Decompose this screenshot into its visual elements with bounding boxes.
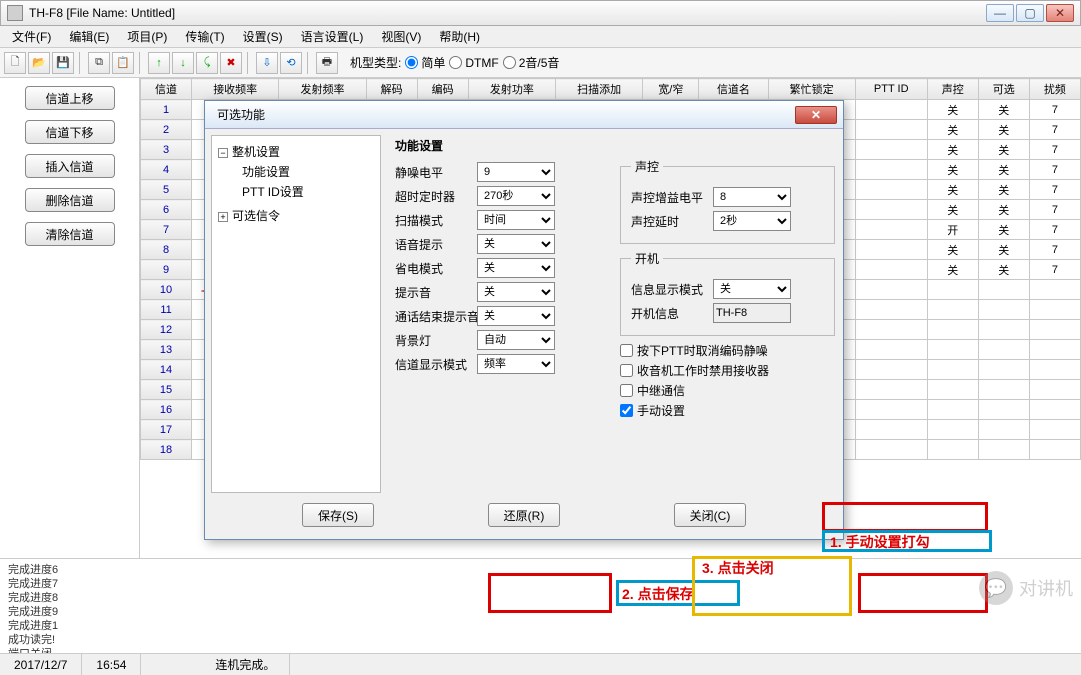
ch-up-button[interactable]: 信道上移 <box>25 86 115 110</box>
new-icon[interactable]: 🗋 <box>4 52 26 74</box>
field-声控延时[interactable]: 2秒 <box>713 211 791 231</box>
paste-icon[interactable]: 📋 <box>112 52 134 74</box>
save-button[interactable]: 保存(S) <box>302 503 374 527</box>
col-header[interactable]: 解码 <box>366 79 417 100</box>
restore-button[interactable]: 还原(R) <box>488 503 560 527</box>
checkbox-手动设置[interactable]: 手动设置 <box>620 402 835 419</box>
menu-file[interactable]: 文件(F) <box>4 26 59 47</box>
close-button[interactable]: ✕ <box>1046 4 1074 22</box>
insert-icon[interactable]: ⤹ <box>196 52 218 74</box>
save-icon[interactable]: 💾 <box>52 52 74 74</box>
menu-bar: 文件(F) 编辑(E) 项目(P) 传输(T) 设置(S) 语言设置(L) 视图… <box>0 26 1081 48</box>
dialog-title: 可选功能 <box>217 106 265 123</box>
field-背景灯[interactable]: 自动 <box>477 330 555 350</box>
field-声控增益电平[interactable]: 8 <box>713 187 791 207</box>
window-titlebar: TH-F8 [File Name: Untitled] — ▢ ✕ <box>0 0 1081 26</box>
field-通话结束提示音[interactable]: 关 <box>477 306 555 326</box>
menu-transfer[interactable]: 传输(T) <box>177 26 232 47</box>
menu-edit[interactable]: 编辑(E) <box>61 26 117 47</box>
up-icon[interactable]: ↑ <box>148 52 170 74</box>
field-超时定时器[interactable]: 270秒 <box>477 186 555 206</box>
radio-dtmf[interactable]: DTMF <box>449 56 498 70</box>
status-bar: 2017/12/7 16:54 连机完成。 <box>0 653 1081 675</box>
window-title: TH-F8 [File Name: Untitled] <box>29 6 175 20</box>
col-header[interactable]: 信道 <box>141 79 192 100</box>
col-header[interactable]: 宽/窄 <box>643 79 699 100</box>
minimize-button[interactable]: — <box>986 4 1014 22</box>
delete-icon[interactable]: ✖ <box>220 52 242 74</box>
col-header[interactable]: PTT ID <box>855 79 927 100</box>
open-icon[interactable]: 📂 <box>28 52 50 74</box>
sidebar: 信道上移 信道下移 插入信道 删除信道 清除信道 <box>0 78 140 558</box>
checkbox-按下PTT时取消编码静噪[interactable]: 按下PTT时取消编码静噪 <box>620 342 835 359</box>
app-icon <box>7 5 23 21</box>
col-header[interactable]: 发射功率 <box>468 79 555 100</box>
tree-ptt[interactable]: PTT ID设置 <box>242 182 374 202</box>
checkbox-收音机工作时禁用接收器[interactable]: 收音机工作时禁用接收器 <box>620 362 835 379</box>
menu-settings[interactable]: 设置(S) <box>235 26 291 47</box>
col-header[interactable]: 扫描添加 <box>555 79 642 100</box>
status-date: 2017/12/7 <box>0 654 82 675</box>
col-header[interactable]: 接收频率 <box>192 79 279 100</box>
field-静噪电平[interactable]: 9 <box>477 162 555 182</box>
read-icon[interactable]: ⇩ <box>256 52 278 74</box>
maximize-button[interactable]: ▢ <box>1016 4 1044 22</box>
menu-help[interactable]: 帮助(H) <box>431 26 488 47</box>
corner-watermark: 💬 对讲机 <box>979 571 1073 605</box>
field-省电模式[interactable]: 关 <box>477 258 555 278</box>
ch-delete-button[interactable]: 删除信道 <box>25 188 115 212</box>
menu-language[interactable]: 语言设置(L) <box>293 26 372 47</box>
dialog-tree[interactable]: −整机设置 功能设置 PTT ID设置 +可选信令 <box>211 135 381 493</box>
menu-view[interactable]: 视图(V) <box>373 26 429 47</box>
field-信息显示模式[interactable]: 关 <box>713 279 791 299</box>
tree-func[interactable]: 功能设置 <box>242 162 374 182</box>
col-header[interactable]: 编码 <box>417 79 468 100</box>
radio-2tone[interactable]: 2音/5音 <box>503 54 560 71</box>
ch-clear-button[interactable]: 清除信道 <box>25 222 115 246</box>
field-语音提示[interactable]: 关 <box>477 234 555 254</box>
field-提示音[interactable]: 关 <box>477 282 555 302</box>
menu-project[interactable]: 项目(P) <box>119 26 175 47</box>
write-icon[interactable]: ⟲ <box>280 52 302 74</box>
radio-simple[interactable]: 简单 <box>405 54 445 71</box>
ch-down-button[interactable]: 信道下移 <box>25 120 115 144</box>
chat-icon: 💬 <box>979 571 1013 605</box>
col-header[interactable]: 繁忙锁定 <box>768 79 855 100</box>
log-panel: 完成进度6完成进度7完成进度8完成进度9完成进度1成功读完!端口关闭。 <box>0 558 1081 653</box>
col-header[interactable]: 扰频 <box>1029 79 1080 100</box>
close-dlg-button[interactable]: 关闭(C) <box>674 503 746 527</box>
col-header[interactable]: 发射频率 <box>279 79 366 100</box>
dialog-close-icon[interactable]: ✕ <box>795 106 837 124</box>
col-header[interactable]: 信道名 <box>699 79 768 100</box>
options-dialog: 可选功能 ✕ −整机设置 功能设置 PTT ID设置 +可选信令 功能设置 静噪… <box>204 100 844 540</box>
status-time: 16:54 <box>82 654 141 675</box>
boot-info <box>713 303 791 323</box>
field-信道显示模式[interactable]: 频率 <box>477 354 555 374</box>
checkbox-中继通信[interactable]: 中继通信 <box>620 382 835 399</box>
down-icon[interactable]: ↓ <box>172 52 194 74</box>
status-msg: 连机完成。 <box>201 654 290 675</box>
form-title: 功能设置 <box>395 137 835 154</box>
field-扫描模式[interactable]: 时间 <box>477 210 555 230</box>
model-type-label: 机型类型: <box>350 54 401 71</box>
copy-icon[interactable]: ⧉ <box>88 52 110 74</box>
print-icon[interactable]: 🖶 <box>316 52 338 74</box>
col-header[interactable]: 可选 <box>978 79 1029 100</box>
ch-insert-button[interactable]: 插入信道 <box>25 154 115 178</box>
toolbar: 🗋 📂 💾 ⧉ 📋 ↑ ↓ ⤹ ✖ ⇩ ⟲ 🖶 机型类型: 简单 DTMF 2音… <box>0 48 1081 78</box>
col-header[interactable]: 声控 <box>927 79 978 100</box>
